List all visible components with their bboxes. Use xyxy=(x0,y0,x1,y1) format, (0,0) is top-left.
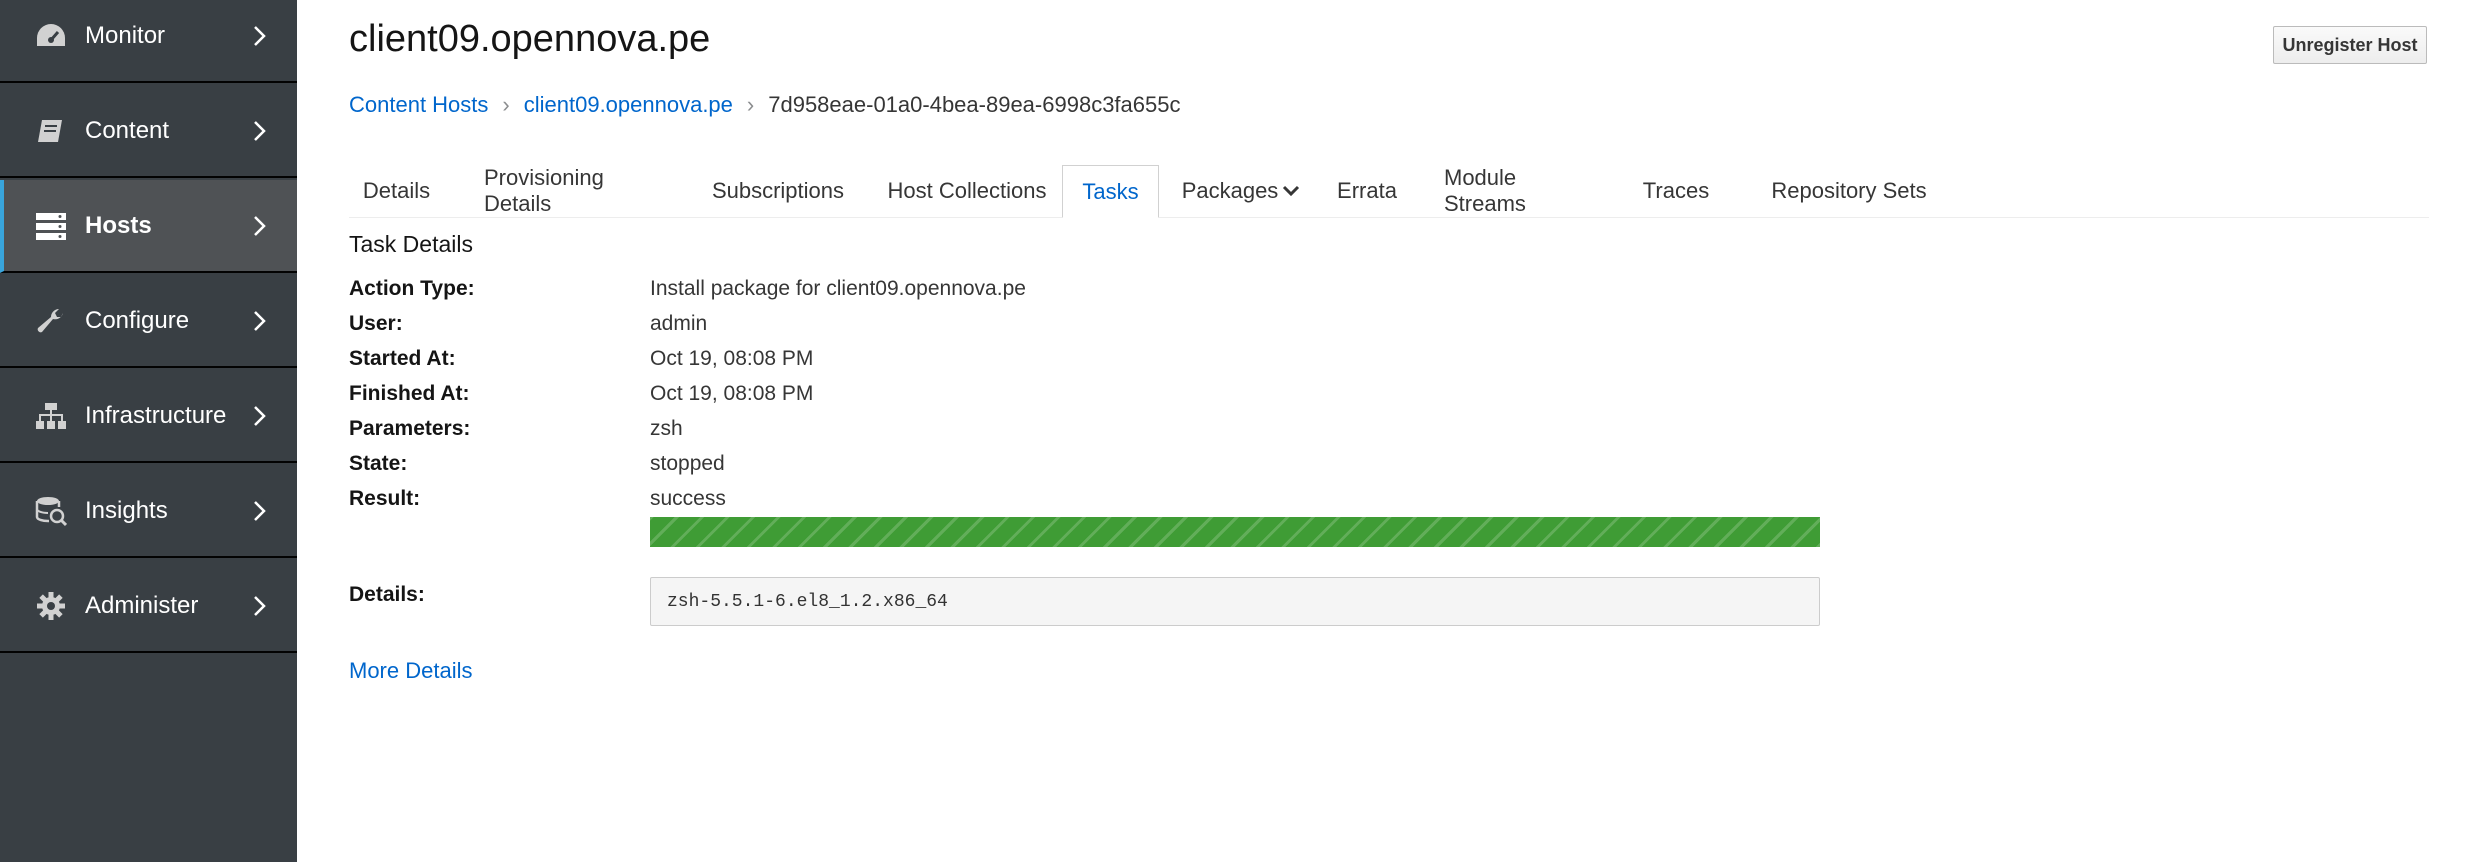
chevron-right-icon xyxy=(250,21,270,51)
field-label-details: Details: xyxy=(349,583,425,606)
sidebar-item-content[interactable]: Content xyxy=(0,85,297,178)
tab-tasks[interactable]: Tasks xyxy=(1062,165,1159,218)
breadcrumb-separator-icon: › xyxy=(746,92,755,117)
task-progress-fill xyxy=(650,517,1820,547)
field-label-finished-at: Finished At: xyxy=(349,382,470,405)
tab-provisioning-details[interactable]: Provisioning Details xyxy=(484,165,674,217)
tab-packages[interactable]: Packages xyxy=(1181,165,1301,217)
field-label-user: User: xyxy=(349,312,403,335)
gear-icon xyxy=(34,589,68,623)
server-icon xyxy=(34,209,68,243)
breadcrumb-separator-icon: › xyxy=(502,92,510,117)
sidebar-item-label: Hosts xyxy=(85,211,152,239)
sidebar-item-label: Content xyxy=(85,116,170,144)
sidebar-item-insights[interactable]: Insights xyxy=(0,465,297,558)
insights-icon xyxy=(34,494,68,528)
field-label-parameters: Parameters: xyxy=(349,417,471,440)
tab-host-collections[interactable]: Host Collections xyxy=(882,165,1052,217)
field-label-state: State: xyxy=(349,452,408,475)
sidebar-item-configure[interactable]: Configure xyxy=(0,275,297,368)
tab-subscriptions[interactable]: Subscriptions xyxy=(711,165,845,217)
field-value-state: stopped xyxy=(650,452,725,475)
chevron-right-icon xyxy=(250,306,270,336)
field-label-started-at: Started At: xyxy=(349,347,456,370)
sidebar-item-label: Monitor xyxy=(85,21,166,49)
sidebar-item-label: Insights xyxy=(85,496,168,524)
field-value-action-type: Install package for client09.opennova.pe xyxy=(650,277,1026,300)
wrench-icon xyxy=(34,304,68,338)
unregister-host-button[interactable]: Unregister Host xyxy=(2273,26,2427,64)
breadcrumb: Content Hosts › client09.opennova.pe › 7… xyxy=(349,92,1180,118)
chevron-down-icon xyxy=(1282,184,1300,198)
tab-packages-label: Packages xyxy=(1181,178,1279,203)
breadcrumb-current: 7d958eae-01a0-4bea-89ea-6998c3fa655c xyxy=(768,92,1181,117)
field-value-started-at: Oct 19, 08:08 PM xyxy=(650,347,814,370)
sidebar-item-administer[interactable]: Administer xyxy=(0,560,297,653)
chevron-right-icon xyxy=(250,116,270,146)
sidebar-item-label: Configure xyxy=(85,306,190,334)
section-title: Task Details xyxy=(349,231,473,257)
tab-details[interactable]: Details xyxy=(363,165,430,217)
field-label-result: Result: xyxy=(349,487,421,510)
sidebar-item-label: Infrastructure xyxy=(85,401,227,429)
task-details-output: zsh-5.5.1-6.el8_1.2.x86_64 xyxy=(650,577,1820,626)
tab-bar: Details Provisioning Details Subscriptio… xyxy=(349,165,2429,218)
field-value-finished-at: Oct 19, 08:08 PM xyxy=(650,382,814,405)
network-icon xyxy=(34,399,68,433)
field-value-result: success xyxy=(650,487,726,510)
book-icon xyxy=(34,114,68,148)
tab-repository-sets[interactable]: Repository Sets xyxy=(1751,165,1947,217)
sidebar-item-label: Administer xyxy=(85,591,199,619)
breadcrumb-host-link[interactable]: client09.opennova.pe xyxy=(524,92,733,118)
sidebar-item-infrastructure[interactable]: Infrastructure xyxy=(0,370,297,463)
tab-module-streams[interactable]: Module Streams xyxy=(1444,165,1600,217)
sidebar-item-monitor[interactable]: Monitor xyxy=(0,0,297,83)
field-label-action-type: Action Type: xyxy=(349,277,475,300)
field-value-parameters: zsh xyxy=(650,417,683,440)
chevron-right-icon xyxy=(250,401,270,431)
page-title: client09.opennova.pe xyxy=(349,18,711,60)
tab-traces[interactable]: Traces xyxy=(1643,165,1709,217)
task-progress-bar xyxy=(650,517,1820,547)
more-details-link[interactable]: More Details xyxy=(349,658,472,684)
breadcrumb-content-hosts-link[interactable]: Content Hosts xyxy=(349,92,488,118)
sidebar: Monitor Content Hosts Configure Infrastr… xyxy=(0,0,297,862)
chevron-right-icon xyxy=(250,591,270,621)
chevron-right-icon xyxy=(250,211,270,241)
tab-errata[interactable]: Errata xyxy=(1337,165,1397,217)
dashboard-icon xyxy=(34,19,68,53)
chevron-right-icon xyxy=(250,496,270,526)
sidebar-item-hosts[interactable]: Hosts xyxy=(0,180,297,273)
field-value-user: admin xyxy=(650,312,708,335)
